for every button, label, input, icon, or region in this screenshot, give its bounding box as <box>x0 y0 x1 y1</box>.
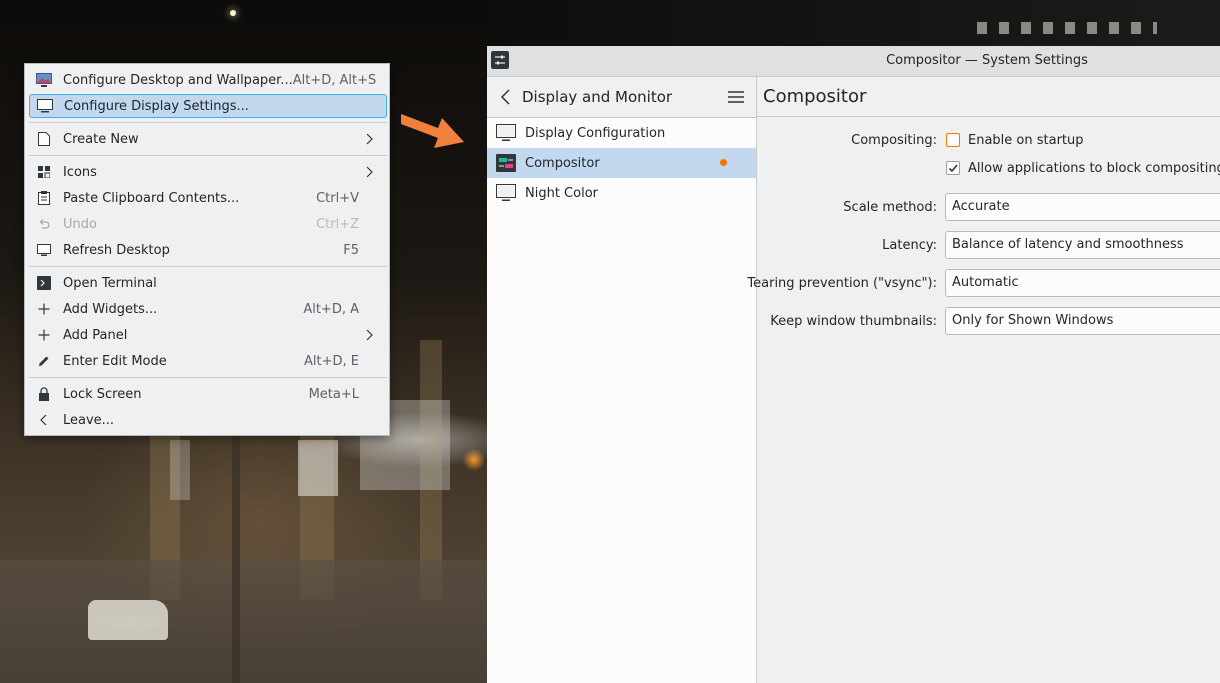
tearing-prevention-label: Tearing prevention ("vsync"): <box>747 276 937 291</box>
shop-window <box>298 440 338 496</box>
sidebar-header: Display and Monitor <box>487 77 756 118</box>
menu-item-label: Add Panel <box>63 327 128 343</box>
scale-method-dropdown[interactable]: Accurate <box>945 193 1220 221</box>
scale-method-label: Scale method: <box>843 200 937 215</box>
hamburger-menu-icon[interactable] <box>726 87 746 107</box>
menu-item-configure-desktop[interactable]: Configure Desktop and Wallpaper... Alt+D… <box>29 68 387 92</box>
monitor-icon <box>36 97 54 115</box>
back-arrow-icon[interactable] <box>496 87 516 107</box>
chevron-right-icon <box>366 166 373 178</box>
monitor-icon <box>496 124 516 142</box>
sidebar-title: Display and Monitor <box>522 88 673 106</box>
desktop-top-strip <box>487 0 1220 46</box>
window-title: Compositor — System Settings <box>886 53 1088 68</box>
system-settings-window: Compositor — System Settings Display and… <box>487 46 1220 683</box>
sidebar-item-label: Night Color <box>525 185 598 201</box>
menu-item-shortcut: Alt+D, E <box>304 353 359 369</box>
parked-car <box>88 600 168 640</box>
menu-item-label: Undo <box>63 216 97 232</box>
skyline-lights <box>977 22 1157 34</box>
menu-item-label: Leave... <box>63 412 115 428</box>
menu-separator <box>29 155 387 156</box>
menu-item-paste[interactable]: Paste Clipboard Contents... Ctrl+V <box>29 186 387 210</box>
menu-item-enter-edit-mode[interactable]: Enter Edit Mode Alt+D, E <box>29 349 387 373</box>
shop-window <box>170 440 190 500</box>
annotation-arrow <box>401 114 464 148</box>
street-light <box>230 10 236 16</box>
enable-on-startup-checkbox[interactable] <box>946 133 960 147</box>
menu-separator <box>29 377 387 378</box>
menu-item-label: Refresh Desktop <box>63 242 170 258</box>
tearing-prevention-dropdown[interactable]: Automatic <box>945 269 1220 297</box>
menu-item-open-terminal[interactable]: Open Terminal <box>29 271 387 295</box>
menu-item-shortcut: Ctrl+V <box>316 190 359 206</box>
menu-item-label: Add Widgets... <box>63 301 158 317</box>
desktop-context-menu: Configure Desktop and Wallpaper... Alt+D… <box>24 63 390 436</box>
menu-item-shortcut: F5 <box>343 242 359 258</box>
page-title: Compositor <box>763 86 867 107</box>
sidebar: Display and Monitor Display Configuratio… <box>487 77 757 683</box>
undo-icon <box>35 215 53 233</box>
refresh-icon <box>35 241 53 259</box>
menu-item-leave[interactable]: Leave... <box>29 408 387 432</box>
allow-block-compositing-checkbox[interactable] <box>946 161 960 175</box>
lock-icon <box>35 385 53 403</box>
compositing-label: Compositing: <box>851 133 937 148</box>
menu-separator <box>29 122 387 123</box>
document-new-icon <box>35 130 53 148</box>
chevron-right-icon <box>366 133 373 145</box>
menu-item-icons[interactable]: Icons <box>29 160 387 184</box>
chevron-left-icon <box>35 411 53 429</box>
menu-item-shortcut: Alt+D, Alt+S <box>292 72 377 88</box>
plus-icon <box>35 300 53 318</box>
menu-item-refresh-desktop[interactable]: Refresh Desktop F5 <box>29 238 387 262</box>
menu-item-lock-screen[interactable]: Lock Screen Meta+L <box>29 382 387 406</box>
menu-item-configure-display[interactable]: Configure Display Settings... <box>29 94 387 118</box>
menu-item-add-widgets[interactable]: Add Widgets... Alt+D, A <box>29 297 387 321</box>
window-titlebar[interactable]: Compositor — System Settings <box>487 46 1220 77</box>
keep-thumbnails-label: Keep window thumbnails: <box>770 314 937 329</box>
street-pole <box>232 400 240 683</box>
modified-indicator-dot <box>720 159 727 166</box>
menu-item-shortcut: Meta+L <box>308 386 359 402</box>
sidebar-item-label: Display Configuration <box>525 125 666 141</box>
menu-item-create-new[interactable]: Create New <box>29 127 387 151</box>
menu-item-add-panel[interactable]: Add Panel <box>29 323 387 347</box>
menu-item-label: Create New <box>63 131 139 147</box>
menu-item-label: Configure Desktop and Wallpaper... <box>63 72 293 88</box>
compositor-page: Compositor Compositing: Enable on startu… <box>747 77 1220 683</box>
menu-separator <box>29 266 387 267</box>
menu-item-label: Lock Screen <box>63 386 142 402</box>
menu-item-shortcut: Ctrl+Z <box>316 216 359 232</box>
keep-thumbnails-dropdown[interactable]: Only for Shown Windows <box>945 307 1220 335</box>
menu-item-label: Configure Display Settings... <box>64 98 249 114</box>
menu-item-label: Enter Edit Mode <box>63 353 167 369</box>
terminal-icon <box>35 274 53 292</box>
checkmark-icon <box>948 164 958 173</box>
clipboard-icon <box>35 189 53 207</box>
compositor-icon <box>496 154 516 172</box>
enable-on-startup-label[interactable]: Enable on startup <box>968 133 1084 148</box>
sidebar-item-night-color[interactable]: Night Color <box>487 178 756 208</box>
allow-block-compositing-label[interactable]: Allow applications to block compositing <box>968 161 1220 176</box>
monitor-icon <box>496 184 516 202</box>
page-header: Compositor <box>757 77 1220 117</box>
chevron-right-icon <box>366 329 373 341</box>
pencil-icon <box>35 352 53 370</box>
latency-dropdown[interactable]: Balance of latency and smoothness <box>945 231 1220 259</box>
menu-item-label: Open Terminal <box>63 275 157 291</box>
sidebar-item-label: Compositor <box>525 155 600 171</box>
menu-item-label: Icons <box>63 164 97 180</box>
wallpaper-icon <box>35 71 53 89</box>
menu-item-label: Paste Clipboard Contents... <box>63 190 240 206</box>
latency-label: Latency: <box>882 238 937 253</box>
plus-icon <box>35 326 53 344</box>
sidebar-item-compositor[interactable]: Compositor <box>487 148 756 178</box>
grid-icon <box>35 163 53 181</box>
settings-app-icon[interactable] <box>491 51 509 69</box>
sidebar-item-display-configuration[interactable]: Display Configuration <box>487 118 756 148</box>
menu-item-shortcut: Alt+D, A <box>303 301 359 317</box>
street <box>0 560 487 683</box>
menu-item-undo[interactable]: Undo Ctrl+Z <box>29 212 387 236</box>
